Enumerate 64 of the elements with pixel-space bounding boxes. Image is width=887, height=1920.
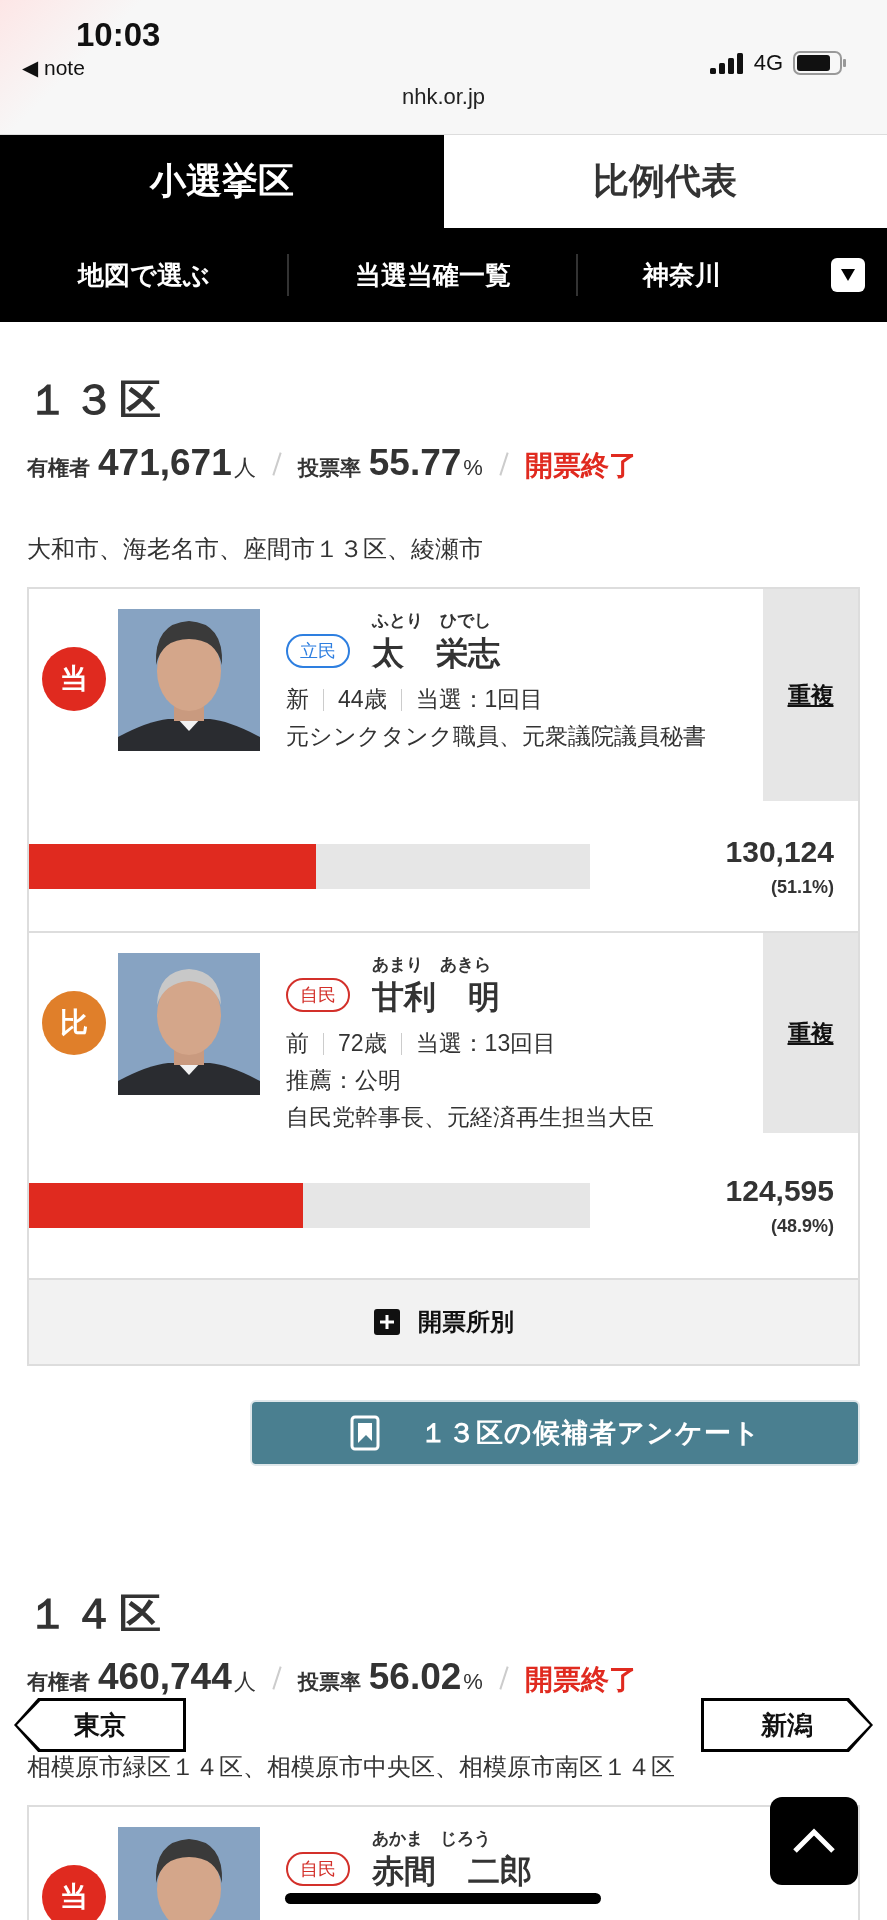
candidate-note: 自民党幹事長、元経済再生担当大臣 [286,1103,654,1132]
party-tag: 自民 [286,978,350,1012]
url-text: nhk.or.jp [400,84,487,110]
result-badge: 当 [42,647,106,711]
turnout-unit: % [463,455,483,481]
candidate-fact: 当選：1回目 [415,685,544,714]
district-area: 相模原市緑区１４区、相模原市中央区、相模原市南区１４区 [27,1751,860,1783]
electorate-count: 471,671 [98,442,232,484]
party-tag: 自民 [286,1852,350,1886]
candidate-name: 赤間 二郎 [372,1852,532,1891]
chevron-up-icon [792,1828,836,1854]
turnout-label: 投票率 [297,455,361,481]
nav-link[interactable]: 地図で選ぶ [0,257,287,293]
district-title: １４区 [27,1589,166,1639]
name-reading: あまり あきら [372,954,492,976]
vote-count: 130,124 [725,834,834,869]
candidate-fact: 当選：13回目 [415,1029,557,1058]
party-tag: 立民 [286,634,350,668]
name-reading: ふとり ひでし [372,610,492,632]
candidate-note: 元シンクタンク職員、元衆議院議員秘書 [286,722,706,751]
signal-icon [709,52,744,74]
previous-prefecture-button[interactable]: 東京 [14,1698,186,1752]
electorate-label: 有権者 [27,455,90,481]
network-type: 4G [753,50,783,76]
document-icon [349,1415,380,1451]
name-reading: あかま じろう [372,1828,492,1850]
district-title: １３区 [27,375,166,425]
dropdown-icon[interactable] [831,258,865,292]
turnout-label: 投票率 [297,1669,361,1695]
turnout-value: 56.02 [368,1656,462,1698]
result-badge: 当 [42,1865,106,1920]
turnout-unit: % [463,1669,483,1695]
prefecture-select[interactable]: 神奈川 [578,257,785,293]
candidate-note: 推薦：公明 [286,1066,402,1095]
result-badge: 比 [42,991,106,1055]
electorate-unit: 人 [233,1668,256,1696]
vote-count: 124,595 [725,1174,834,1208]
battery-icon [793,51,847,75]
plus-icon [373,1309,400,1335]
candidate-fact: 前 [286,1029,309,1058]
electorate-count: 460,744 [98,1656,232,1698]
back-to-app-link[interactable]: ◀ note [22,56,161,80]
turnout-value: 55.77 [368,442,462,484]
electorate-label: 有権者 [27,1669,90,1695]
dual-candidacy-link[interactable]: 重複 [763,933,858,1133]
candidate-fact: 72歳 [338,1029,387,1058]
dual-candidacy-link[interactable]: 重複 [763,589,858,801]
candidate-name: 甘利 明 [372,978,500,1017]
back-to-top-button[interactable] [770,1797,858,1885]
tab[interactable]: 小選挙区 [0,135,444,228]
next-prefecture-button[interactable]: 新潟 [701,1698,873,1752]
count-status: 開票終了 [524,449,637,483]
electorate-unit: 人 [233,454,256,482]
vote-share: (48.9%) [770,1216,834,1237]
candidate-fact: 新 [286,685,309,714]
district-area: 大和市、海老名市、座間市１３区、綾瀬市 [27,533,860,565]
vote-share: (51.1%) [770,876,834,898]
count-status: 開票終了 [524,1663,637,1697]
polling-station-toggle[interactable]: 開票所別 [29,1278,858,1364]
candidate-fact: 44歳 [338,685,387,714]
nav-link[interactable]: 当選当確一覧 [289,257,576,293]
clock: 10:03 [76,16,161,54]
survey-button[interactable]: １３区の候補者アンケート [250,1400,860,1466]
candidate-name: 太 栄志 [372,634,500,673]
